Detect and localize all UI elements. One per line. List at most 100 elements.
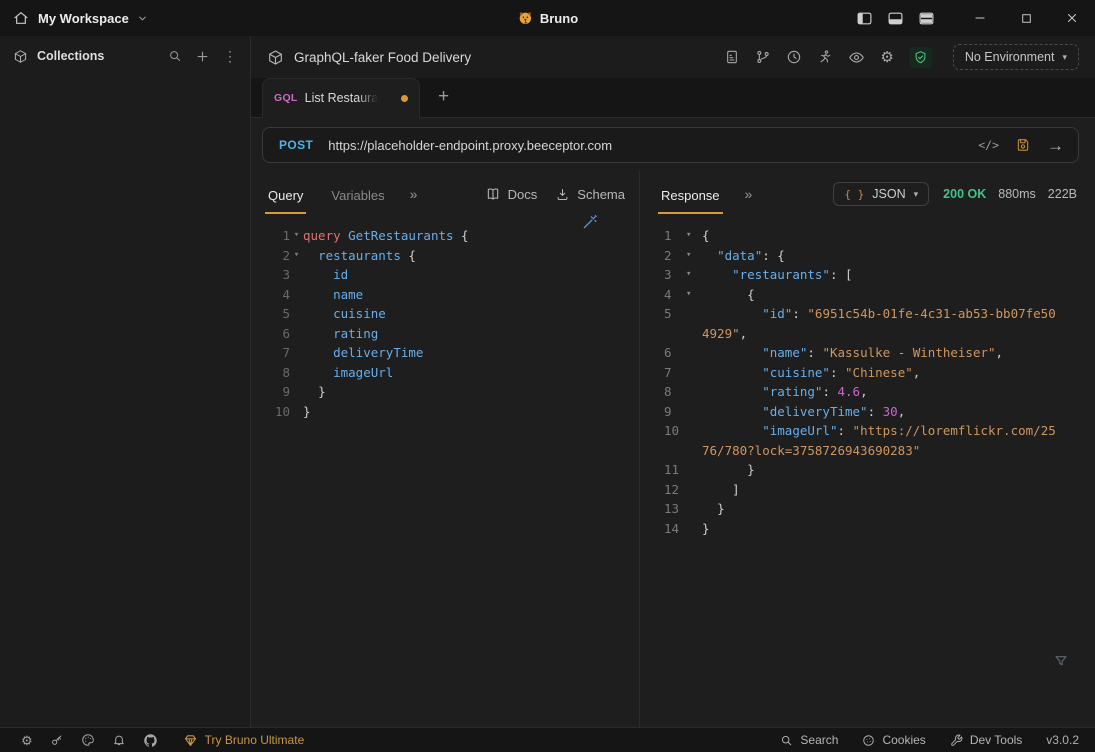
collection-settings-gear-icon[interactable]: ⚙ — [880, 50, 893, 65]
sidebar: Collections ⋮ — [0, 36, 251, 727]
tab-variables[interactable]: Variables — [328, 174, 387, 214]
search-button[interactable]: Search — [780, 733, 838, 747]
fold-gutter — [686, 382, 702, 402]
app-name: Bruno — [540, 11, 578, 26]
braces-icon: { } — [844, 188, 864, 201]
save-icon[interactable] — [1015, 137, 1031, 153]
more-tabs-chevron-icon[interactable]: » — [410, 186, 418, 202]
generate-code-icon[interactable]: </> — [978, 138, 999, 152]
key-icon[interactable] — [50, 733, 64, 747]
fold-caret-icon[interactable]: ▾ — [686, 265, 702, 285]
url-input[interactable]: https://placeholder-endpoint.proxy.beece… — [328, 138, 978, 153]
tab-title: List Restaura — [305, 91, 379, 105]
filter-funnel-icon[interactable] — [1053, 653, 1069, 669]
new-tab-button[interactable]: + — [426, 77, 461, 117]
try-bruno-ultimate-link[interactable]: Try Bruno Ultimate — [183, 733, 305, 748]
code-line: 10 "imageUrl": "https://loremflickr.com/… — [664, 421, 1095, 441]
window-maximize-button[interactable] — [1003, 0, 1049, 36]
line-number: 5 — [664, 304, 686, 324]
tab-gql-badge: GQL — [274, 92, 298, 104]
schema-label: Schema — [577, 187, 625, 202]
code-line: 5 "id": "6951c54b-01fe-4c31-ab53-bb07fe5… — [664, 304, 1095, 324]
prettify-wand-icon[interactable] — [581, 213, 599, 231]
toggle-left-panel-icon[interactable] — [856, 10, 873, 27]
environment-selector[interactable]: No Environment ▾ — [953, 44, 1079, 70]
query-editor[interactable]: 1▾query GetRestaurants {2▾ restaurants {… — [251, 217, 639, 727]
code-line: 9 "deliveryTime": 30, — [664, 402, 1095, 422]
docs-button[interactable]: Docs — [485, 186, 538, 202]
line-number: 14 — [664, 519, 686, 539]
add-collection-icon[interactable] — [195, 49, 210, 64]
tab-query[interactable]: Query — [265, 174, 306, 214]
book-icon — [485, 186, 501, 202]
theme-palette-icon[interactable] — [81, 733, 95, 747]
kebab-menu-icon[interactable]: ⋮ — [223, 49, 237, 63]
collection-docs-icon[interactable] — [724, 49, 740, 65]
github-icon[interactable] — [143, 733, 158, 748]
code-line: 76/780?lock=3758726943690283" — [664, 441, 1095, 461]
search-icon[interactable] — [168, 49, 182, 63]
history-clock-icon[interactable] — [786, 49, 802, 65]
code-line: 10} — [265, 402, 639, 422]
toggle-bottom-panel-icon[interactable] — [887, 10, 904, 27]
fold-gutter — [290, 324, 303, 344]
line-number: 8 — [664, 382, 686, 402]
cube-icon — [13, 49, 28, 64]
devtools-button[interactable]: Dev Tools — [950, 733, 1022, 747]
fold-gutter — [290, 285, 303, 305]
collections-header[interactable]: Collections ⋮ — [0, 40, 250, 72]
send-request-icon[interactable]: → — [1047, 137, 1064, 154]
response-pane-header: Response » { } JSON ▾ 200 OK 880ms 222B — [640, 171, 1095, 217]
code-line: 7 "cuisine": "Chinese", — [664, 363, 1095, 383]
fold-gutter — [686, 402, 702, 422]
search-icon — [780, 734, 793, 747]
fold-gutter — [686, 499, 702, 519]
code-line: 8 imageUrl — [265, 363, 639, 383]
code-line: 3 id — [265, 265, 639, 285]
line-number: 10 — [265, 402, 290, 422]
runner-icon[interactable] — [817, 49, 833, 65]
collection-cube-icon — [267, 49, 284, 66]
method-selector[interactable]: POST — [263, 138, 328, 152]
response-viewer[interactable]: 1▾{2▾ "data": {3▾ "restaurants": [4▾ {5 … — [640, 217, 1095, 727]
window-minimize-button[interactable] — [957, 0, 1003, 36]
fold-gutter — [686, 324, 702, 344]
statusbar: ⚙ Try Bruno Ultimate Search Cookies Dev — [0, 727, 1095, 752]
schema-button[interactable]: Schema — [555, 187, 625, 202]
fold-caret-icon[interactable]: ▾ — [290, 246, 303, 266]
line-number: 10 — [664, 421, 686, 441]
line-number: 11 — [664, 460, 686, 480]
request-tab[interactable]: GQL List Restaura — [262, 78, 420, 118]
settings-gear-icon[interactable]: ⚙ — [21, 734, 33, 747]
response-format-selector[interactable]: { } JSON ▾ — [833, 182, 929, 206]
toggle-split-panel-icon[interactable] — [918, 10, 935, 27]
git-branch-icon[interactable] — [755, 49, 771, 65]
code-line: 7 deliveryTime — [265, 343, 639, 363]
code-line: 5 cuisine — [265, 304, 639, 324]
security-shield-check-icon[interactable] — [909, 47, 932, 68]
fold-caret-icon[interactable]: ▾ — [686, 246, 702, 266]
more-response-tabs-chevron-icon[interactable]: » — [745, 186, 753, 202]
fold-gutter — [686, 421, 702, 441]
line-number: 6 — [664, 343, 686, 363]
line-number: 9 — [265, 382, 290, 402]
code-line: 4▾ { — [664, 285, 1095, 305]
fold-caret-icon[interactable]: ▾ — [290, 226, 303, 246]
eye-icon[interactable] — [848, 49, 865, 66]
code-line: 2▾ "data": { — [664, 246, 1095, 266]
fold-gutter — [686, 441, 702, 461]
home-icon[interactable] — [13, 10, 29, 26]
fold-gutter — [686, 480, 702, 500]
line-number: 3 — [265, 265, 290, 285]
cookies-button[interactable]: Cookies — [862, 733, 925, 747]
workspace-switcher[interactable]: My Workspace — [38, 11, 148, 26]
fold-caret-icon[interactable]: ▾ — [686, 226, 702, 246]
line-number: 4 — [664, 285, 686, 305]
window-close-button[interactable] — [1049, 0, 1095, 36]
fold-caret-icon[interactable]: ▾ — [686, 285, 702, 305]
notifications-bell-icon[interactable] — [112, 733, 126, 747]
tab-response[interactable]: Response — [658, 174, 723, 214]
response-time: 880ms — [998, 187, 1036, 201]
fold-gutter — [290, 363, 303, 383]
line-number: 6 — [265, 324, 290, 344]
